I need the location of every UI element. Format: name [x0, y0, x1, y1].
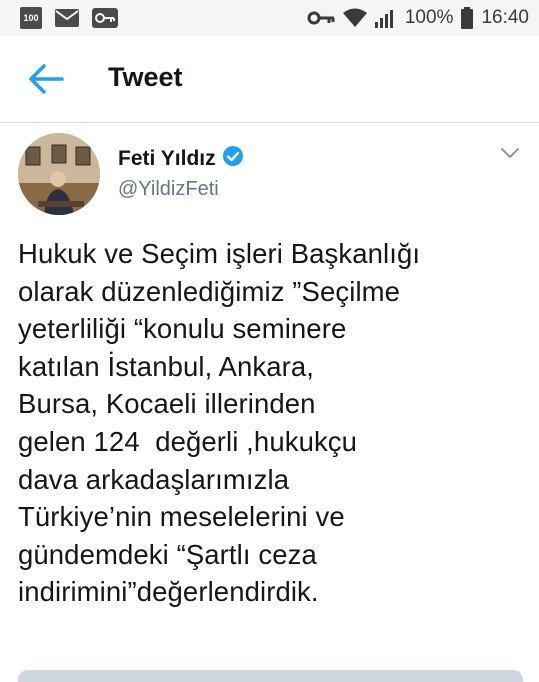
- verified-badge-icon: [223, 146, 243, 166]
- tweet-text-line: gelen 124 değerli ,hukukçu: [18, 425, 358, 457]
- key-icon: [307, 11, 335, 25]
- tweet-text-line: yeterliliği “konulu seminere: [18, 313, 347, 345]
- arrow-left-icon: [29, 64, 64, 94]
- avatar[interactable]: [18, 133, 100, 215]
- app-bar: Tweet: [0, 36, 539, 123]
- tweet-text-line: katılan İstanbul, Ankara,: [18, 350, 315, 382]
- back-button[interactable]: [28, 62, 68, 96]
- wifi-icon: [342, 8, 367, 27]
- clock: 16:40: [481, 7, 529, 28]
- author-name[interactable]: Feti Yıldız: [118, 147, 216, 171]
- page-title: Tweet: [108, 62, 183, 92]
- tweet-card: Feti Yıldız @YildizFeti Hukuk ve Seçim i…: [0, 123, 539, 682]
- vpn-key-icon: [92, 8, 118, 28]
- tweet-text-line: gündemdeki “Şartlı ceza: [18, 538, 317, 570]
- battery-icon: [461, 7, 474, 29]
- tweet-text-line: olarak düzenlediğimiz ”Seçilme: [18, 275, 401, 307]
- status-bar: 100 100% 16:40: [0, 0, 539, 36]
- tweet-text-line: Bursa, Kocaeli illerinden: [18, 388, 316, 420]
- tweet-text-line: dava arkadaşlarımızla: [18, 463, 290, 495]
- signal-icon: [374, 10, 393, 28]
- tweet-media-preview[interactable]: [18, 670, 523, 682]
- chevron-down-icon[interactable]: [499, 145, 521, 161]
- notification-count-icon: 100: [20, 7, 42, 29]
- author-handle[interactable]: @YildizFeti: [118, 178, 219, 201]
- tweet-text-line: Hukuk ve Seçim işleri Başkanlığı: [18, 238, 421, 269]
- avatar-photo: [18, 133, 100, 215]
- mail-icon: [55, 9, 79, 27]
- tweet-text-line: indirimini”değerlendirdik.: [18, 576, 319, 608]
- tweet-text: Hukuk ve Seçim işleri Başkanlığı olarak …: [18, 235, 528, 611]
- tweet-text-line: Türkiye’nin meselelerini ve: [18, 501, 345, 533]
- battery-percent: 100%: [404, 7, 454, 28]
